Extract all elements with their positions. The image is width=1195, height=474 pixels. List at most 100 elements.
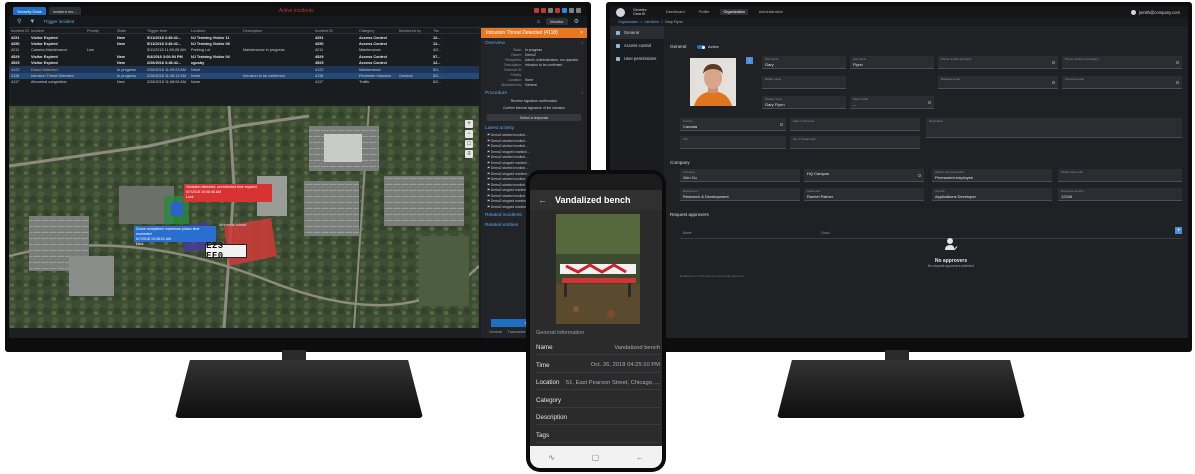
sidebar-item-general[interactable]: General: [610, 26, 664, 39]
zoom-out-button[interactable]: −: [465, 130, 473, 138]
search-icon[interactable]: ⚲: [17, 18, 21, 25]
map-zoom-controls: + − □ ≡: [465, 120, 473, 158]
gear-icon[interactable]: ⚙: [574, 18, 579, 25]
add-approver-button[interactable]: +: [1175, 227, 1182, 234]
supervisor-field[interactable]: Supervisor Rachel Palmer: [804, 188, 924, 201]
trigger-incident-link[interactable]: Trigger incident: [43, 19, 74, 24]
active-toggle[interactable]: [697, 45, 705, 49]
satellite-map[interactable]: + − □ ≡ Visitation detected: unrestricte…: [9, 106, 479, 328]
company-field[interactable]: Company Gen Co: [680, 169, 800, 182]
filter-icon[interactable]: ▼: [29, 19, 35, 25]
location-field[interactable]: HQ Campus: [804, 169, 924, 182]
close-icon[interactable]: ×: [580, 30, 583, 36]
incident-photo[interactable]: [556, 214, 640, 324]
nav-administration[interactable]: Administration: [756, 9, 786, 15]
calendar-icon[interactable]: [928, 101, 931, 104]
no-approvers-empty-state: No approvers No request approvers select…: [906, 237, 996, 268]
worker-type-field[interactable]: Worker type description Permanent employe…: [932, 169, 1052, 182]
latest-activity-section[interactable]: Latest activity: [481, 123, 587, 133]
grid-column-header[interactable]: Trigger time: [147, 29, 191, 33]
notification-icon[interactable]: [562, 8, 567, 13]
grid-column-header[interactable]: Priority: [87, 29, 117, 33]
mobile-detail-row[interactable]: Location 51, East Pearson Street, Chicago…: [536, 376, 660, 390]
sidebar-item-access-control[interactable]: Access control: [610, 39, 664, 52]
personal-email-field[interactable]: Personal email: [1062, 76, 1182, 89]
zoom-in-button[interactable]: +: [465, 120, 473, 128]
chevron-right-icon[interactable]: ›: [581, 41, 583, 46]
tab-security-desk[interactable]: Security Desk: [13, 7, 46, 15]
description-field[interactable]: Description: [926, 118, 1182, 138]
worker-type-code-field[interactable]: Worker type code: [1058, 169, 1182, 182]
department-field[interactable]: Department Research & Development: [680, 188, 800, 201]
map-settings-button[interactable]: ≡: [465, 150, 473, 158]
map-alert-red[interactable]: Visitation detected: unrestricted time e…: [184, 184, 272, 202]
swap-icon[interactable]: [918, 174, 921, 177]
back-arrow-icon[interactable]: ←: [538, 195, 547, 205]
grid-column-header[interactable]: Monitored by: [399, 29, 433, 33]
mobile-detail-row[interactable]: Description: [536, 411, 660, 425]
key-icon: [616, 43, 620, 48]
detail-value: 51, East Pearson Street, Chicago, ...: [565, 379, 660, 386]
network-icon[interactable]: [569, 8, 574, 13]
sidebar-item-user-permissions[interactable]: User permissions: [610, 52, 664, 65]
tab-general[interactable]: General: [489, 330, 502, 334]
tab-incident-monitoring[interactable]: Incident mo...: [48, 7, 81, 15]
last-name-field[interactable]: Last name Flynn: [850, 56, 934, 69]
mobile-detail-row[interactable]: Tags: [536, 429, 660, 443]
grid-column-header[interactable]: Location: [191, 29, 243, 33]
tab-transaction[interactable]: Transaction: [508, 330, 527, 334]
select-response-button[interactable]: Select a response: [487, 114, 581, 121]
date-of-birth-field[interactable]: Date of birth --: [850, 96, 934, 109]
mobile-detail-row[interactable]: Name Vandalized bench: [536, 341, 660, 355]
badge-icon[interactable]: [555, 8, 560, 13]
breadcrumb-organization[interactable]: Organization: [618, 20, 638, 24]
camera-icon[interactable]: [548, 8, 553, 13]
chevron-right-icon[interactable]: ›: [581, 91, 583, 96]
license-plate-read[interactable]: E23 EF0: [205, 241, 247, 261]
country-field[interactable]: Country Canada: [680, 118, 786, 131]
procedure-section[interactable]: Procedure ›: [481, 88, 587, 98]
grid-column-header[interactable]: Category: [359, 29, 399, 33]
display-name-field[interactable]: Display name Gary Flynn: [762, 96, 846, 109]
home-icon[interactable]: ⌂: [537, 19, 541, 25]
city-field[interactable]: City: [680, 136, 786, 149]
table-row[interactable]: 4117 Abnormal congestion New 2/28/2018 11:0…: [9, 79, 479, 85]
business-email-field[interactable]: Business email: [938, 76, 1058, 89]
nav-dashboard[interactable]: Dashboard: [663, 9, 688, 15]
alert-icon[interactable]: [541, 8, 546, 13]
nav-profile[interactable]: Profile: [696, 9, 713, 15]
nav-organization[interactable]: Organization: [720, 9, 748, 15]
home-icon[interactable]: ▢: [592, 453, 600, 462]
first-name-field[interactable]: First name Gary: [762, 56, 846, 69]
job-title-field[interactable]: Job title Applications Developer: [932, 188, 1052, 201]
overview-section[interactable]: Overview ›: [481, 38, 587, 48]
active-label: Active: [708, 44, 719, 49]
middle-name-field[interactable]: Middle name: [762, 76, 846, 89]
monitor-select[interactable]: Monitor: [546, 18, 568, 25]
chevron-down-icon[interactable]: [780, 123, 783, 126]
grid-column-header[interactable]: Incident ID: [11, 29, 31, 33]
grid-column-header[interactable]: Description: [243, 29, 315, 33]
recents-icon[interactable]: ∿: [548, 453, 555, 462]
grid-column-header[interactable]: Tim: [433, 29, 473, 33]
employee-number-field[interactable]: Employee number 12345: [1058, 188, 1182, 201]
grid-column-header[interactable]: Incident: [31, 29, 87, 33]
grid-column-header[interactable]: State: [117, 29, 147, 33]
grid-column-header[interactable]: Incident ID: [315, 29, 359, 33]
breadcrumb-identities[interactable]: Identities: [645, 20, 659, 24]
map-alert-blue[interactable]: Drone completed: maximum phase time exce…: [134, 226, 216, 246]
state-province-field[interactable]: State or Province: [790, 118, 920, 131]
map-layers-button[interactable]: □: [465, 140, 473, 148]
user-menu[interactable]: jsmith@company.com: [1131, 9, 1188, 15]
mobile-detail-row[interactable]: Category: [536, 394, 660, 408]
phone-secondary-field[interactable]: Phone number (secondary): [1062, 56, 1182, 69]
identity-photo[interactable]: [690, 58, 736, 106]
alarm-icon[interactable]: [534, 8, 539, 13]
map-place-label: Montreal Island: [219, 222, 247, 227]
left-monitor: Security Desk Incident mo... Active inci…: [5, 2, 591, 352]
zip-field[interactable]: Zip or Postal code: [790, 136, 920, 149]
back-icon[interactable]: ←: [636, 453, 644, 462]
phone-primary-field[interactable]: Phone number (primary): [938, 56, 1058, 69]
mobile-detail-row[interactable]: Time Oct. 26, 2018 04:25:10 PM: [536, 359, 660, 373]
upload-photo-button[interactable]: ↑: [746, 57, 753, 64]
